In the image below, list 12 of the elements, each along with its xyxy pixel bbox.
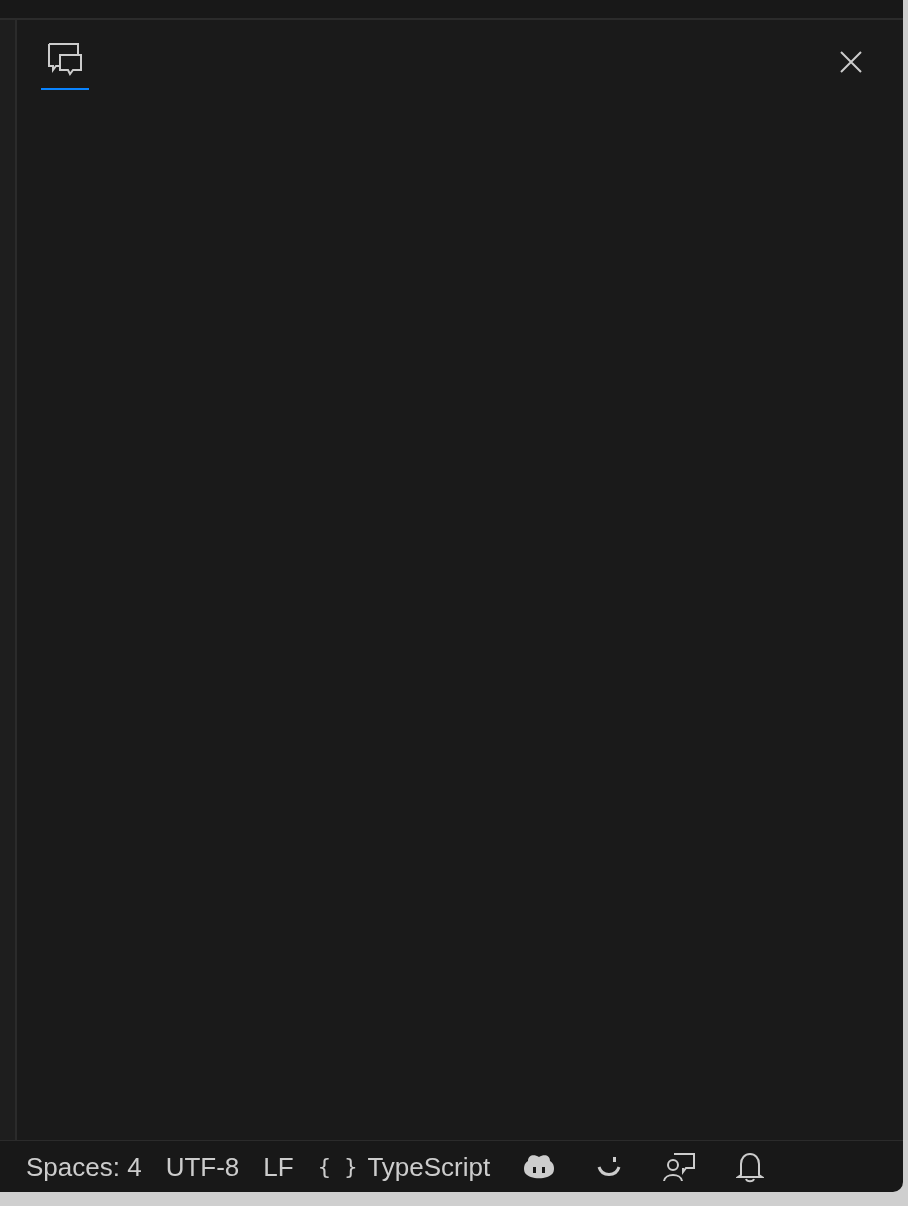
person-chat-icon [662,1151,697,1182]
language-label: TypeScript [367,1153,491,1180]
chat-icon [47,42,83,76]
status-item[interactable]: Spaces: 4 [14,1153,154,1180]
smiley-icon [596,1154,623,1179]
status-item[interactable]: LF [251,1153,306,1180]
bell-icon [736,1150,765,1183]
close-button[interactable] [839,50,863,74]
copilot-icon [522,1152,557,1181]
language-button[interactable]: { } TypeScript [305,1153,503,1180]
status-item[interactable]: UTF-8 [153,1153,252,1180]
braces-icon: { } [317,1155,358,1178]
